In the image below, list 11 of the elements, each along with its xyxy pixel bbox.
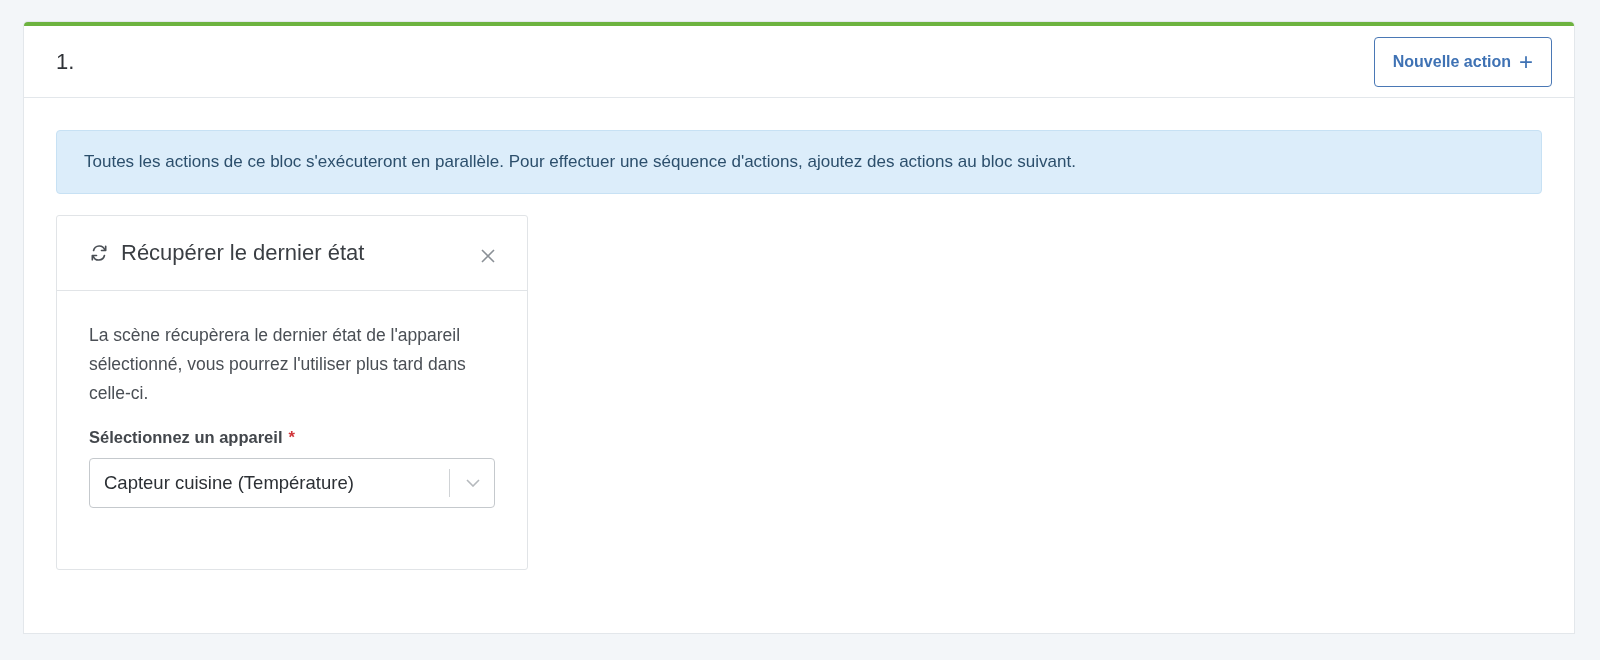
- action-description: La scène récupèrera le dernier état de l'appareil sélectionné, vous pourrez l'utiliser plus tard dans celle-ci.: [89, 324, 467, 405]
- new-action-button[interactable]: Nouvelle action +: [1373, 36, 1552, 87]
- chevron-down-icon: [466, 479, 480, 487]
- info-alert: Toutes les actions de ce bloc s'exécuteront en parallèle. Pour effectuer une séquence d'actions, ajoutez des actions au bloc suivant.: [56, 130, 1542, 194]
- required-mark: *: [288, 428, 295, 447]
- block-title: 1.: [56, 48, 75, 75]
- close-icon[interactable]: [481, 249, 495, 263]
- action-title: Récupérer le dernier état: [121, 240, 366, 266]
- field-label: Sélectionnez un appareil: [89, 428, 283, 447]
- refresh-icon: [89, 243, 109, 263]
- device-select[interactable]: Capteur cuisine (Température): [89, 458, 495, 508]
